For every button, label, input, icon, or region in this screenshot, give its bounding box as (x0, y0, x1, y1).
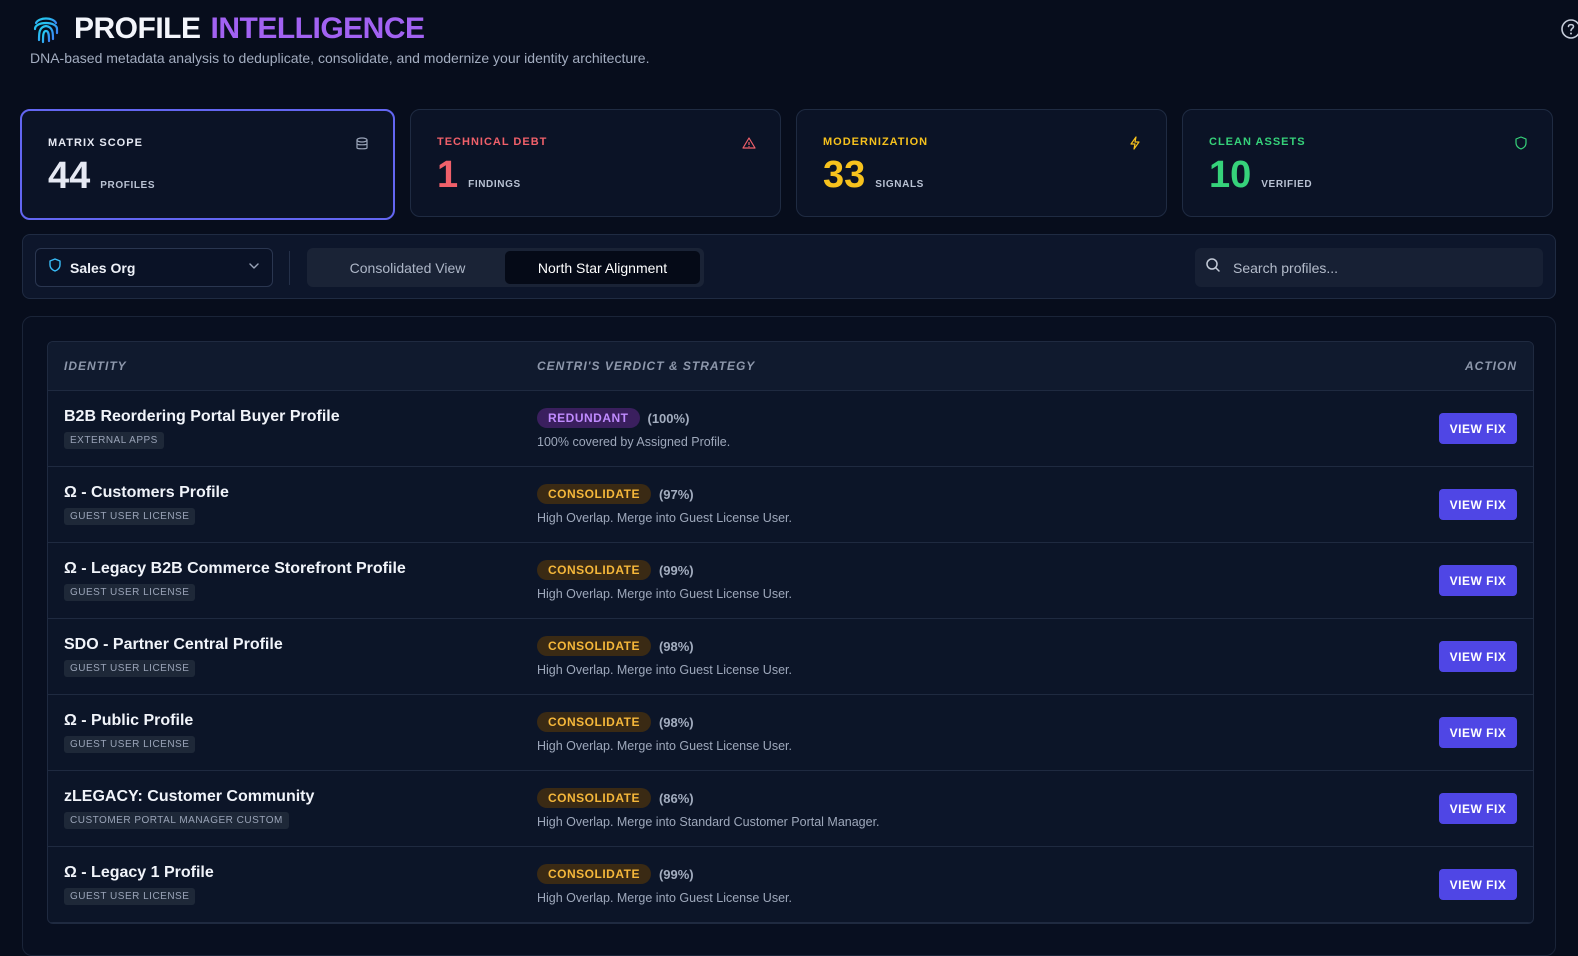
verdict-badge: CONSOLIDATE (537, 484, 651, 504)
view-fix-button[interactable]: VIEW FIX (1439, 413, 1517, 444)
filter-toolbar: Sales Org Consolidated View North Star A… (22, 234, 1556, 299)
strategy-text: High Overlap. Merge into Guest License U… (537, 587, 792, 601)
overlap-percent: (99%) (658, 562, 694, 578)
stat-value: 33 (823, 154, 866, 196)
stat-unit: FINDINGS (468, 179, 521, 190)
column-header-verdict: CENTRI'S VERDICT & STRATEGY (537, 359, 756, 373)
shield-icon (48, 258, 62, 277)
stat-unit: PROFILES (100, 180, 156, 191)
verdict-badge: CONSOLIDATE (537, 636, 651, 656)
stat-unit: SIGNALS (875, 179, 924, 190)
stat-value: 10 (1209, 154, 1252, 196)
chevron-down-icon (248, 259, 260, 277)
license-tag: EXTERNAL APPS (64, 432, 164, 449)
strategy-text: High Overlap. Merge into Guest License U… (537, 511, 792, 525)
license-tag: GUEST USER LICENSE (64, 736, 196, 753)
shield-icon (1514, 136, 1528, 150)
verdict-badge: CONSOLIDATE (537, 788, 651, 808)
overlap-percent: (98%) (658, 638, 694, 654)
table-row: Ω - Public Profile GUEST USER LICENSE CO… (48, 695, 1533, 771)
overlap-percent: (100%) (647, 410, 690, 426)
license-tag: CUSTOMER PORTAL MANAGER CUSTOM (64, 812, 289, 829)
table-row: SDO - Partner Central Profile GUEST USER… (48, 619, 1533, 695)
toolbar-divider (289, 251, 290, 285)
tab-north-star-alignment[interactable]: North Star Alignment (505, 251, 700, 284)
view-toggle: Consolidated View North Star Alignment (307, 248, 704, 287)
profile-name: B2B Reordering Portal Buyer Profile (64, 408, 340, 425)
view-fix-button[interactable]: VIEW FIX (1439, 869, 1517, 900)
database-icon (355, 137, 369, 151)
view-fix-button[interactable]: VIEW FIX (1439, 489, 1517, 520)
verdict-badge: CONSOLIDATE (537, 712, 651, 732)
stat-card-technical-debt[interactable]: TECHNICAL DEBT 1 FINDINGS (410, 109, 781, 217)
stat-card-matrix-scope[interactable]: MATRIX SCOPE 44 PROFILES (20, 109, 395, 220)
stat-label: TECHNICAL DEBT (437, 136, 548, 148)
search-box (1195, 248, 1543, 287)
column-header-action: ACTION (1465, 359, 1517, 373)
profile-name: SDO - Partner Central Profile (64, 636, 283, 653)
strategy-text: High Overlap. Merge into Guest License U… (537, 891, 792, 905)
strategy-text: High Overlap. Merge into Guest License U… (537, 663, 792, 677)
view-fix-button[interactable]: VIEW FIX (1439, 793, 1517, 824)
overlap-percent: (99%) (658, 866, 694, 882)
page-header: PROFILE INTELLIGENCE DNA-based metadata a… (30, 12, 649, 66)
strategy-text: 100% covered by Assigned Profile. (537, 435, 731, 449)
overlap-percent: (86%) (658, 790, 694, 806)
page-subtitle: DNA-based metadata analysis to deduplica… (30, 50, 650, 66)
bolt-icon (1128, 136, 1142, 150)
profile-name: Ω - Customers Profile (64, 484, 229, 501)
warning-icon (742, 136, 756, 150)
search-input[interactable] (1231, 258, 1525, 277)
profile-name: Ω - Legacy 1 Profile (64, 864, 214, 881)
verdict-badge: REDUNDANT (537, 408, 640, 428)
page-title: PROFILE INTELLIGENCE (74, 12, 425, 45)
stat-label: CLEAN ASSETS (1209, 136, 1306, 148)
profile-name: Ω - Legacy B2B Commerce Storefront Profi… (64, 560, 406, 577)
license-tag: GUEST USER LICENSE (64, 584, 196, 601)
table-row: Ω - Legacy 1 Profile GUEST USER LICENSE … (48, 847, 1533, 923)
stat-label: MODERNIZATION (823, 136, 929, 148)
verdict-badge: CONSOLIDATE (537, 560, 651, 580)
stat-value: 44 (48, 155, 91, 197)
profile-name: Ω - Public Profile (64, 712, 194, 729)
view-fix-button[interactable]: VIEW FIX (1439, 565, 1517, 596)
profile-name: zLEGACY: Customer Community (64, 788, 315, 805)
stats-row: MATRIX SCOPE 44 PROFILES TECHNICAL DEBT … (20, 109, 1553, 220)
table-header: IDENTITY CENTRI'S VERDICT & STRATEGY ACT… (48, 342, 1533, 391)
overlap-percent: (98%) (658, 714, 694, 730)
table-row: Ω - Customers Profile GUEST USER LICENSE… (48, 467, 1533, 543)
strategy-text: High Overlap. Merge into Guest License U… (537, 739, 792, 753)
stat-value: 1 (437, 154, 459, 196)
fingerprint-icon (30, 13, 62, 45)
table-row: B2B Reordering Portal Buyer Profile EXTE… (48, 391, 1533, 467)
view-fix-button[interactable]: VIEW FIX (1439, 641, 1517, 672)
help-icon[interactable] (1560, 18, 1578, 40)
org-selector-label: Sales Org (70, 259, 136, 276)
verdict-badge: CONSOLIDATE (537, 864, 651, 884)
license-tag: GUEST USER LICENSE (64, 660, 196, 677)
column-header-identity: IDENTITY (64, 359, 127, 373)
license-tag: GUEST USER LICENSE (64, 508, 196, 525)
stat-unit: VERIFIED (1261, 179, 1313, 190)
profiles-table: IDENTITY CENTRI'S VERDICT & STRATEGY ACT… (47, 341, 1534, 924)
view-fix-button[interactable]: VIEW FIX (1439, 717, 1517, 748)
table-row: zLEGACY: Customer Community CUSTOMER POR… (48, 771, 1533, 847)
stat-card-modernization[interactable]: MODERNIZATION 33 SIGNALS (796, 109, 1167, 217)
overlap-percent: (97%) (658, 486, 694, 502)
results-panel: IDENTITY CENTRI'S VERDICT & STRATEGY ACT… (22, 316, 1556, 956)
table-row: Ω - Legacy B2B Commerce Storefront Profi… (48, 543, 1533, 619)
search-icon (1205, 257, 1221, 278)
tab-consolidated-view[interactable]: Consolidated View (310, 251, 505, 284)
strategy-text: High Overlap. Merge into Standard Custom… (537, 815, 880, 829)
stat-label: MATRIX SCOPE (48, 137, 143, 149)
license-tag: GUEST USER LICENSE (64, 888, 196, 905)
org-selector[interactable]: Sales Org (35, 248, 273, 287)
stat-card-clean-assets[interactable]: CLEAN ASSETS 10 VERIFIED (1182, 109, 1553, 217)
